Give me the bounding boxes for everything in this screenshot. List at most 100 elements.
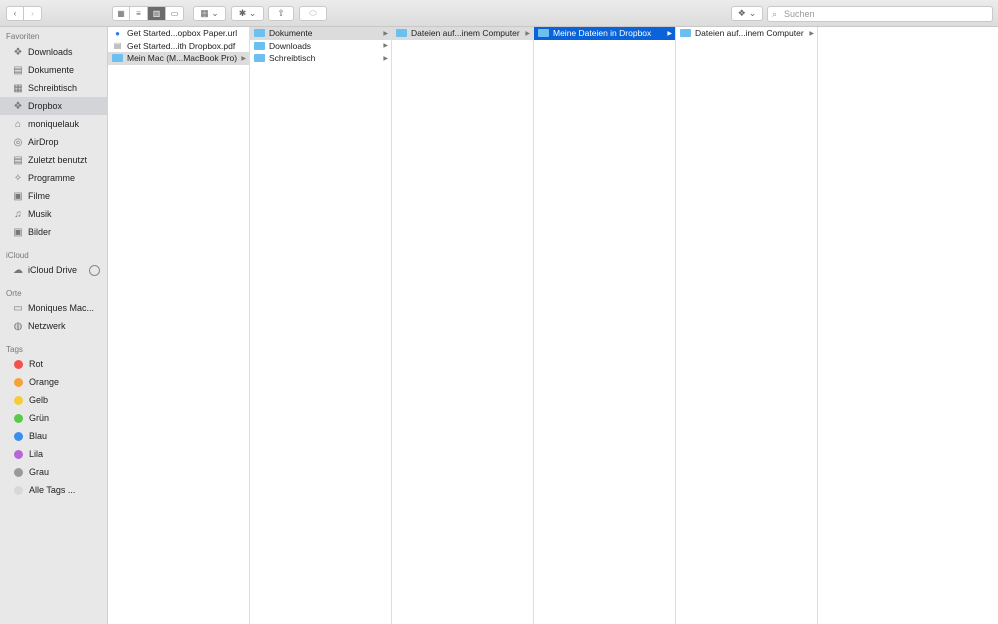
sidebar-item-filme-label: Filme xyxy=(28,191,50,201)
sidebar-tag-grau[interactable]: Grau xyxy=(0,463,108,481)
column-1[interactable]: ● Get Started...opbox Paper.url ▤ Get Start… xyxy=(108,27,250,624)
list-item[interactable]: Meine Dateien in Dropbox ▶ xyxy=(534,27,675,40)
disclosure-arrow-icon: ▶ xyxy=(525,30,530,37)
sidebar-item-musik[interactable]: ♫ Musik xyxy=(0,205,108,223)
sidebar-item-bilder-icon: ▣ xyxy=(13,226,23,238)
folder-icon xyxy=(254,29,265,38)
sidebar-item-zuletzt-benutzt[interactable]: ▤ Zuletzt benutzt xyxy=(0,151,108,169)
folder-icon xyxy=(112,54,123,63)
sidebar-item-mac-label: Moniques Mac... xyxy=(28,303,95,313)
sidebar-item-icloud-drive-icon: ☁ xyxy=(13,264,23,276)
sidebar-item-dokumente-icon: ▤ xyxy=(13,64,23,76)
sidebar-tag-gelb-label: Gelb xyxy=(29,395,49,405)
sidebar-tag-alletags[interactable]: Alle Tags ... xyxy=(0,481,108,499)
dropbox-button[interactable]: ❖ ⌄ xyxy=(731,6,763,21)
item-label: Get Started...ith Dropbox.pdf xyxy=(127,40,236,51)
tag-color-dot xyxy=(14,395,23,405)
item-label: Mein Mac (M...MacBook Pro) xyxy=(127,53,238,64)
group-button[interactable]: ▦ ⌄ xyxy=(193,6,226,21)
tag-color-dot xyxy=(14,431,23,441)
item-label: Dateien auf...inem Computer xyxy=(411,28,520,39)
search-placeholder: Suchen xyxy=(784,9,815,19)
sidebar-tag-orange[interactable]: Orange xyxy=(0,373,108,391)
folder-icon xyxy=(254,41,265,50)
column-5[interactable]: Dateien auf...inem Computer ▶ xyxy=(676,27,818,624)
action-gear-button[interactable]: ✱ ⌄ xyxy=(231,6,264,21)
sidebar-item-moniquelauk[interactable]: ⌂ moniquelauk xyxy=(0,115,108,133)
sidebar-item-network-icon: ◍ xyxy=(13,320,23,332)
sidebar-tag-lila[interactable]: Lila xyxy=(0,445,108,463)
list-item[interactable]: Dateien auf...inem Computer ▶ xyxy=(676,27,817,40)
sidebar-tag-orange-label: Orange xyxy=(29,377,60,387)
sidebar-item-schreibtisch[interactable]: ▦ Schreibtisch xyxy=(0,79,108,97)
column-view-button[interactable]: ▥ xyxy=(148,6,166,21)
sidebar-item-zuletzt-benutzt-icon: ▤ xyxy=(13,154,23,166)
sidebar-tag-lila-label: Lila xyxy=(29,449,44,459)
sidebar-item-schreibtisch-icon: ▦ xyxy=(13,82,23,94)
list-item[interactable]: Dokumente ▶ xyxy=(250,27,391,40)
sidebar-item-musik-icon: ♫ xyxy=(14,208,22,220)
back-button[interactable]: ‹ xyxy=(6,6,24,21)
sidebar-item-downloads[interactable]: ❖ Downloads xyxy=(0,43,108,61)
item-label: Downloads xyxy=(269,40,312,51)
tag-color-dot xyxy=(14,449,23,459)
sidebar-item-filme[interactable]: ▣ Filme xyxy=(0,187,108,205)
nav-buttons: ‹ › xyxy=(6,6,42,21)
sidebar-tag-grün-label: Grün xyxy=(29,413,50,423)
icon-view-button[interactable]: ▦ xyxy=(112,6,130,21)
disclosure-arrow-icon: ▶ xyxy=(667,30,672,37)
view-mode-segment: ▦ ≡ ▥ ▭ xyxy=(112,6,184,21)
folder-icon xyxy=(396,29,407,38)
sidebar-tag-rot[interactable]: Rot xyxy=(0,355,108,373)
list-item[interactable]: Dateien auf...inem Computer ▶ xyxy=(392,27,533,40)
toolbar: ‹ › ▦ ≡ ▥ ▭ ▦ ⌄ ✱ ⌄ ⇧ ⬭ ❖ ⌄ ⌕ Suchen xyxy=(0,0,998,27)
tags-header: Tags xyxy=(6,345,23,354)
sidebar-item-dropbox-icon: ❖ xyxy=(13,100,23,112)
list-item[interactable]: Schreibtisch ▶ xyxy=(250,52,391,65)
tag-color-dot xyxy=(14,413,23,423)
sidebar: Favoriten ❖ Downloads ▤ Dokumente ▦ Schreibtis… xyxy=(0,27,108,624)
sidebar-item-downloads-label: Downloads xyxy=(28,47,73,57)
list-item[interactable]: Downloads ▶ xyxy=(250,40,391,53)
list-item[interactable]: ▤ Get Started...ith Dropbox.pdf xyxy=(108,40,249,53)
sidebar-item-musik-label: Musik xyxy=(28,209,52,219)
sidebar-item-dropbox[interactable]: ❖ Dropbox xyxy=(0,97,108,115)
sidebar-item-zuletzt-benutzt-label: Zuletzt benutzt xyxy=(28,155,88,165)
icloud-progress-icon xyxy=(89,264,100,276)
list-item[interactable]: Mein Mac (M...MacBook Pro) ▶ xyxy=(108,52,249,65)
gallery-view-button[interactable]: ▭ xyxy=(166,6,184,21)
sidebar-item-network[interactable]: ◍ Netzwerk xyxy=(0,317,108,335)
sidebar-tag-grün[interactable]: Grün xyxy=(0,409,108,427)
column-2[interactable]: Dokumente ▶ Downloads ▶ Schreibtisch ▶ xyxy=(250,27,392,624)
item-label: Get Started...opbox Paper.url xyxy=(127,28,238,39)
list-view-button[interactable]: ≡ xyxy=(130,6,148,21)
icloud-header: iCloud xyxy=(6,251,29,260)
search-icon: ⌕ xyxy=(772,9,778,19)
sidebar-tag-blau[interactable]: Blau xyxy=(0,427,108,445)
favorites-header: Favoriten xyxy=(6,32,40,41)
list-item[interactable]: ● Get Started...opbox Paper.url xyxy=(108,27,249,40)
sidebar-item-bilder-label: Bilder xyxy=(28,227,52,237)
sidebar-item-mac[interactable]: ▭ Moniques Mac... xyxy=(0,299,108,317)
tag-button[interactable]: ⬭ xyxy=(299,6,327,21)
sidebar-item-programme[interactable]: ✧ Programme xyxy=(0,169,108,187)
disclosure-arrow-icon: ▶ xyxy=(241,55,246,62)
share-button[interactable]: ⇧ xyxy=(268,6,294,21)
disclosure-arrow-icon: ▶ xyxy=(383,30,388,37)
sidebar-item-icloud-drive[interactable]: ☁ iCloud Drive xyxy=(0,261,108,279)
sidebar-item-schreibtisch-label: Schreibtisch xyxy=(28,83,78,93)
sidebar-item-dokumente[interactable]: ▤ Dokumente xyxy=(0,61,108,79)
sidebar-item-filme-icon: ▣ xyxy=(13,190,23,202)
column-4[interactable]: Meine Dateien in Dropbox ▶ xyxy=(534,27,676,624)
sidebar-tag-alletags-label: Alle Tags ... xyxy=(29,485,76,495)
item-label: Dokumente xyxy=(269,28,313,39)
forward-button[interactable]: › xyxy=(24,6,42,21)
search-input[interactable]: ⌕ Suchen xyxy=(767,6,993,22)
sidebar-item-airdrop[interactable]: ◎ AirDrop xyxy=(0,133,108,151)
column-3[interactable]: Dateien auf...inem Computer ▶ xyxy=(392,27,534,624)
sidebar-item-bilder[interactable]: ▣ Bilder xyxy=(0,223,108,241)
sidebar-tag-gelb[interactable]: Gelb xyxy=(0,391,108,409)
folder-icon xyxy=(680,29,691,38)
item-label: Meine Dateien in Dropbox xyxy=(553,28,652,39)
sidebar-item-mac-icon: ▭ xyxy=(13,302,23,314)
